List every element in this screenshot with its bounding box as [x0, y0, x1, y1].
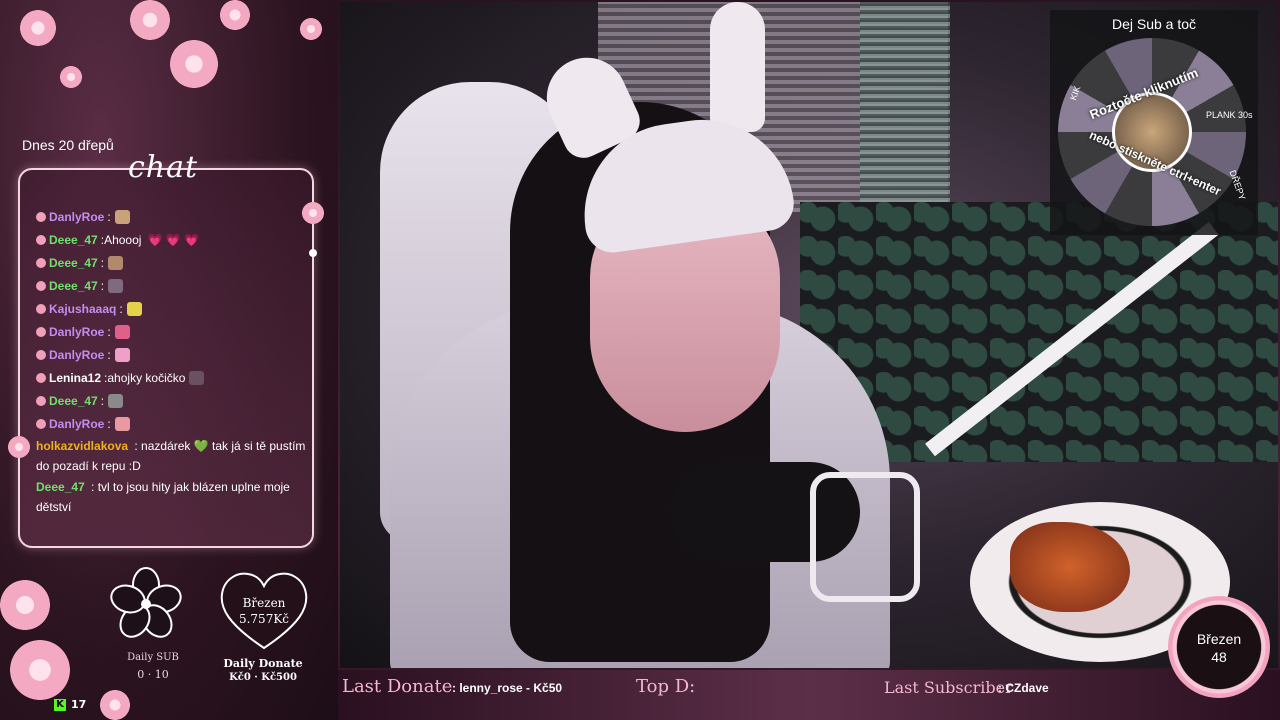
chat-title: chat — [128, 150, 199, 185]
chat-emote-icon — [126, 301, 142, 316]
chat-message: DanlyRoe : — [36, 343, 308, 366]
chat-badge-icon — [36, 303, 46, 314]
blossom-decoration-icon — [100, 690, 130, 720]
chat-message: DanlyRoe : — [36, 205, 308, 228]
blossom-decoration-icon — [0, 580, 50, 630]
top-donate-label: Top D: — [636, 676, 696, 697]
chat-username[interactable]: Deee_47 — [36, 480, 85, 494]
chat-username[interactable]: Deee_47 — [49, 394, 98, 408]
last-donate-value: : lenny_rose - Kč50 — [452, 681, 563, 695]
chat-username[interactable]: DanlyRoe — [49, 210, 104, 224]
donate-heart-amount: 5.757Kč — [238, 612, 290, 626]
chat-emote-icon — [108, 255, 124, 270]
donate-heart-month: Březen — [242, 596, 286, 610]
daily-sub-label: Daily SUB — [127, 652, 179, 663]
bottom-info-bar — [338, 670, 1280, 720]
chat-message: Kajushaaaq : — [36, 297, 308, 320]
spin-wheel-title: Dej Sub a toč — [1111, 16, 1197, 32]
kick-logo-icon: K — [54, 698, 66, 711]
chat-username[interactable]: DanlyRoe — [49, 348, 104, 362]
daily-donate-label: Daily Donate — [223, 657, 303, 670]
chat-badge-icon — [36, 349, 46, 360]
chat-badge-icon — [36, 211, 46, 222]
chat-username[interactable]: Deee_47 — [49, 256, 98, 270]
chat-emote-icon — [114, 209, 130, 224]
blossom-decoration-icon — [300, 18, 322, 40]
frame-dot-icon — [309, 249, 317, 257]
chat-username[interactable]: Deee_47 — [49, 233, 98, 247]
chat-username[interactable]: Deee_47 — [49, 279, 98, 293]
chat-message: DanlyRoe : — [36, 412, 308, 435]
blossom-decoration-icon — [170, 40, 218, 88]
chat-message: Deee_47 : Ahoooj 💗 💗 💗 — [36, 228, 308, 251]
chat-separator: : — [107, 324, 111, 339]
chat-emote-icon — [189, 370, 205, 385]
chat-message: Lenina12 : ahojky kočičko — [36, 366, 308, 389]
chat-username[interactable]: Lenina12 — [49, 371, 101, 385]
chat-emote-icon — [114, 347, 130, 362]
wheel-segment-label: PLANK 30s — [1206, 110, 1253, 120]
stream-overlay: Dnes 20 dřepů chat DanlyRoe : Deee_47 : A… — [0, 0, 1280, 720]
blossom-decoration-icon — [130, 0, 170, 40]
window-blinds — [860, 2, 950, 202]
blossom-decoration-icon — [60, 66, 82, 88]
chat-emote-icon — [108, 278, 124, 293]
blossom-decoration-icon — [20, 10, 56, 46]
chat-username[interactable]: DanlyRoe — [49, 417, 104, 431]
chat-message: Deee_47 : — [36, 274, 308, 297]
squats-counter: Dnes 20 dřepů — [22, 137, 114, 153]
daily-sub-count: 0 · 10 — [137, 668, 169, 681]
chat-username[interactable]: DanlyRoe — [49, 325, 104, 339]
chat-text: ahojky kočičko — [107, 370, 186, 385]
chat-separator: : — [100, 278, 105, 293]
chat-badge-icon — [36, 257, 46, 268]
daily-sub-flower-icon — [110, 567, 182, 638]
bunny-ear-right — [710, 2, 765, 132]
chat-message: Deee_47 : tvl to jsou hity jak blázen up… — [36, 477, 308, 517]
month-badge — [1168, 596, 1270, 698]
chat-badge-icon — [36, 234, 46, 245]
month-badge-name: Březen — [1196, 631, 1242, 647]
chat-messages: DanlyRoe : Deee_47 : Ahoooj 💗 💗 💗 Deee_47 :… — [36, 205, 308, 540]
chat-separator: : — [100, 393, 105, 408]
chat-separator: : — [107, 416, 111, 431]
chat-username[interactable]: Kajushaaaq — [49, 302, 116, 316]
last-subscriber-value: : CZdave — [998, 681, 1049, 695]
chat-text: Ahoooj — [104, 232, 142, 247]
chat-emote-icon — [114, 416, 130, 431]
chat-message: holkazvidlakova : nazdárek 💚 tak já si t… — [36, 436, 308, 476]
chat-emote-icon — [108, 393, 124, 408]
last-donate-label: Last Donate — [342, 676, 453, 697]
daily-donate-range: Kč0 · Kč500 — [229, 672, 297, 683]
last-subscriber-label: Last Subscriber — [884, 678, 1013, 697]
blossom-decoration-icon — [10, 640, 70, 700]
chat-badge-icon — [36, 326, 46, 337]
chat-separator: : — [119, 301, 123, 316]
chat-badge-icon — [36, 280, 46, 291]
blossom-decoration-icon — [8, 436, 30, 458]
kick-viewer-count: 17 — [71, 698, 87, 711]
chat-message: DanlyRoe : — [36, 320, 308, 343]
chat-badge-icon — [36, 395, 46, 406]
month-badge-number: 48 — [1211, 649, 1227, 665]
chat-heart-emotes: 💗 💗 💗 — [147, 232, 199, 247]
chat-badge-icon — [36, 372, 46, 383]
chat-separator: : — [107, 209, 111, 224]
chat-badge-icon — [36, 418, 46, 429]
chat-separator: : — [107, 347, 111, 362]
blossom-decoration-icon — [220, 0, 250, 30]
chat-username[interactable]: holkazvidlakova — [36, 439, 128, 453]
chat-separator: : — [100, 255, 105, 270]
donate-heart-icon — [220, 572, 308, 650]
microphone-mount — [810, 472, 920, 602]
chat-message: Deee_47 : — [36, 251, 308, 274]
chat-emote-icon — [114, 324, 130, 339]
kick-viewers: K 17 — [54, 698, 86, 711]
chat-message: Deee_47 : — [36, 389, 308, 412]
